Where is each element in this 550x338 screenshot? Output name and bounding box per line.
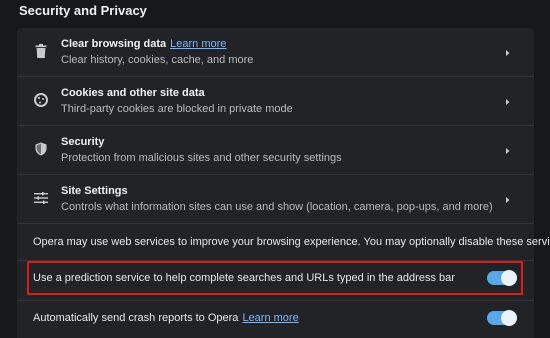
settings-page: Security and Privacy Clear browsing data… xyxy=(0,0,550,338)
row-subtitle: Third-party cookies are blocked in priva… xyxy=(61,103,293,115)
row-title: Clear browsing data Learn more xyxy=(61,38,227,50)
crash-reports-toggle[interactable] xyxy=(487,310,517,326)
cookies-row[interactable]: Cookies and other site data Third-party … xyxy=(17,77,534,126)
chevron-right-icon xyxy=(504,193,512,205)
web-services-note: Opera may use web services to improve yo… xyxy=(33,236,550,248)
clear-browsing-data-row[interactable]: Clear browsing data Learn more Clear hist… xyxy=(17,28,534,77)
settings-card: Clear browsing data Learn more Clear hist… xyxy=(17,28,550,338)
prediction-service-row: Use a prediction service to help complet… xyxy=(17,260,534,294)
chevron-right-icon xyxy=(504,144,512,156)
row-subtitle: Clear history, cookies, cache, and more xyxy=(61,54,254,66)
chevron-right-icon xyxy=(504,46,512,58)
toggle-knob xyxy=(501,270,517,286)
toggle-label: Automatically send crash reports to Oper… xyxy=(33,312,299,324)
shield-icon xyxy=(33,141,49,157)
row-title: Site Settings xyxy=(61,185,128,197)
row-subtitle: Controls what information sites can use … xyxy=(61,201,493,213)
prediction-service-toggle[interactable] xyxy=(487,270,517,286)
security-row[interactable]: Security Protection from malicious sites… xyxy=(17,126,534,175)
row-title: Security xyxy=(61,136,105,148)
learn-more-link[interactable]: Learn more xyxy=(170,38,226,50)
toggle-label: Use a prediction service to help complet… xyxy=(33,272,455,284)
crash-reports-row: Automatically send crash reports to Oper… xyxy=(17,300,534,334)
site-settings-row[interactable]: Site Settings Controls what information … xyxy=(17,175,534,224)
sliders-icon xyxy=(33,190,49,206)
row-title: Cookies and other site data xyxy=(61,87,205,99)
toggle-knob xyxy=(501,310,517,326)
cookie-icon xyxy=(33,92,49,108)
trash-icon xyxy=(33,43,49,59)
chevron-right-icon xyxy=(504,95,512,107)
section-title: Security and Privacy xyxy=(19,3,147,18)
learn-more-link[interactable]: Learn more xyxy=(242,312,298,324)
row-subtitle: Protection from malicious sites and othe… xyxy=(61,152,342,164)
